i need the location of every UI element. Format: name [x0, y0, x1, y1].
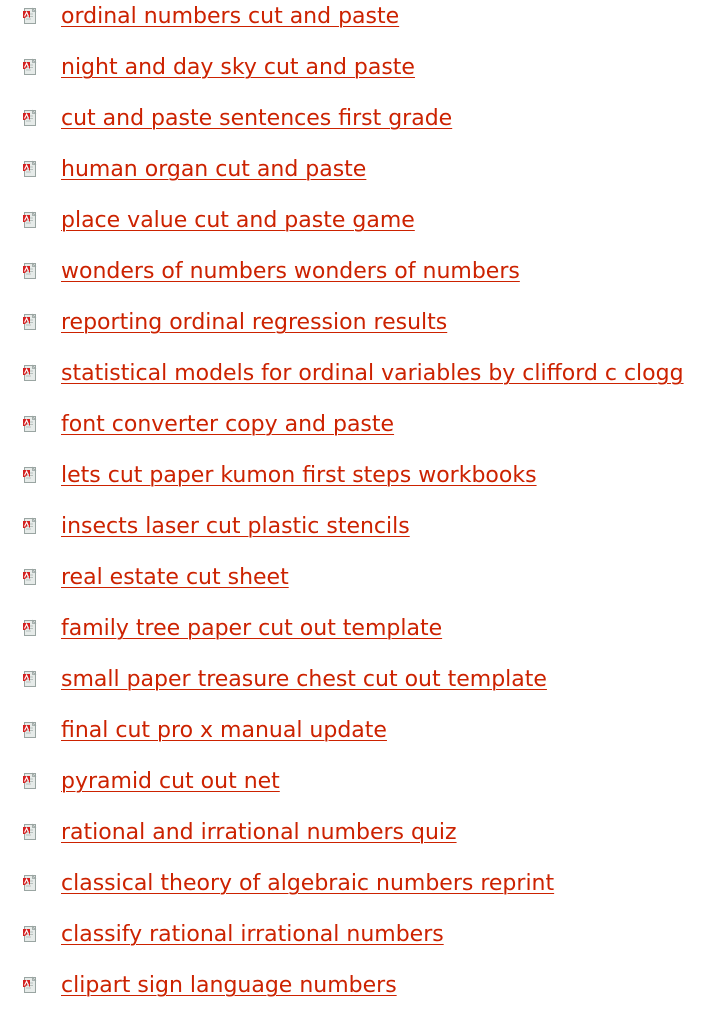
link-lets-cut-paper-kumon[interactable]: lets cut paper kumon first steps workboo…	[61, 460, 537, 492]
link-family-tree-paper-cut-out-template[interactable]: family tree paper cut out template	[61, 613, 442, 645]
list-item: human organ cut and paste	[0, 153, 725, 204]
link-classical-theory-of-algebraic-numbers[interactable]: classical theory of algebraic numbers re…	[61, 868, 554, 900]
list-item: classify rational irrational numbers	[0, 918, 725, 969]
pdf-link-list: ordinal numbers cut and paste night and …	[0, 0, 725, 1020]
pdf-file-icon	[23, 160, 37, 177]
list-item: rational and irrational numbers quiz	[0, 816, 725, 867]
pdf-file-icon	[23, 7, 37, 24]
pdf-file-icon	[23, 58, 37, 75]
link-pyramid-cut-out-net[interactable]: pyramid cut out net	[61, 766, 280, 798]
link-real-estate-cut-sheet[interactable]: real estate cut sheet	[61, 562, 289, 594]
pdf-file-icon	[23, 670, 37, 687]
link-cut-and-paste-sentences-first-grade[interactable]: cut and paste sentences first grade	[61, 103, 452, 135]
list-item: place value cut and paste game	[0, 204, 725, 255]
pdf-file-icon	[23, 313, 37, 330]
link-wonders-of-numbers[interactable]: wonders of numbers wonders of numbers	[61, 256, 520, 288]
pdf-file-icon	[23, 211, 37, 228]
link-reporting-ordinal-regression-results[interactable]: reporting ordinal regression results	[61, 307, 447, 339]
list-item: real estate cut sheet	[0, 561, 725, 612]
link-rational-and-irrational-numbers-quiz[interactable]: rational and irrational numbers quiz	[61, 817, 457, 849]
pdf-file-icon	[23, 874, 37, 891]
pdf-file-icon	[23, 721, 37, 738]
list-item: classical theory of algebraic numbers re…	[0, 867, 725, 918]
list-item: wonders of numbers wonders of numbers	[0, 255, 725, 306]
list-item: ordinal numbers cut and paste	[0, 0, 725, 51]
list-item: clipart sign language numbers	[0, 969, 725, 1020]
list-item: final cut pro x manual update	[0, 714, 725, 765]
link-ordinal-numbers-cut-and-paste[interactable]: ordinal numbers cut and paste	[61, 1, 399, 33]
link-font-converter-copy-and-paste[interactable]: font converter copy and paste	[61, 409, 394, 441]
link-night-and-day-sky-cut-and-paste[interactable]: night and day sky cut and paste	[61, 52, 415, 84]
link-classify-rational-irrational-numbers[interactable]: classify rational irrational numbers	[61, 919, 444, 951]
pdf-file-icon	[23, 364, 37, 381]
pdf-file-icon	[23, 415, 37, 432]
pdf-file-icon	[23, 517, 37, 534]
list-item: statistical models for ordinal variables…	[0, 357, 725, 408]
list-item: insects laser cut plastic stencils	[0, 510, 725, 561]
pdf-file-icon	[23, 772, 37, 789]
link-clipart-sign-language-numbers[interactable]: clipart sign language numbers	[61, 970, 397, 1002]
list-item: lets cut paper kumon first steps workboo…	[0, 459, 725, 510]
link-small-paper-treasure-chest-template[interactable]: small paper treasure chest cut out templ…	[61, 664, 547, 696]
pdf-file-icon	[23, 925, 37, 942]
link-insects-laser-cut-plastic-stencils[interactable]: insects laser cut plastic stencils	[61, 511, 410, 543]
list-item: cut and paste sentences first grade	[0, 102, 725, 153]
pdf-file-icon	[23, 466, 37, 483]
link-final-cut-pro-x-manual-update[interactable]: final cut pro x manual update	[61, 715, 387, 747]
list-item: pyramid cut out net	[0, 765, 725, 816]
pdf-file-icon	[23, 568, 37, 585]
link-human-organ-cut-and-paste[interactable]: human organ cut and paste	[61, 154, 366, 186]
pdf-file-icon	[23, 262, 37, 279]
list-item: reporting ordinal regression results	[0, 306, 725, 357]
pdf-file-icon	[23, 109, 37, 126]
pdf-file-icon	[23, 823, 37, 840]
list-item: family tree paper cut out template	[0, 612, 725, 663]
link-place-value-cut-and-paste-game[interactable]: place value cut and paste game	[61, 205, 415, 237]
list-item: font converter copy and paste	[0, 408, 725, 459]
pdf-file-icon	[23, 619, 37, 636]
link-statistical-models-for-ordinal-variables[interactable]: statistical models for ordinal variables…	[61, 358, 684, 390]
list-item: night and day sky cut and paste	[0, 51, 725, 102]
list-item: small paper treasure chest cut out templ…	[0, 663, 725, 714]
pdf-file-icon	[23, 976, 37, 993]
